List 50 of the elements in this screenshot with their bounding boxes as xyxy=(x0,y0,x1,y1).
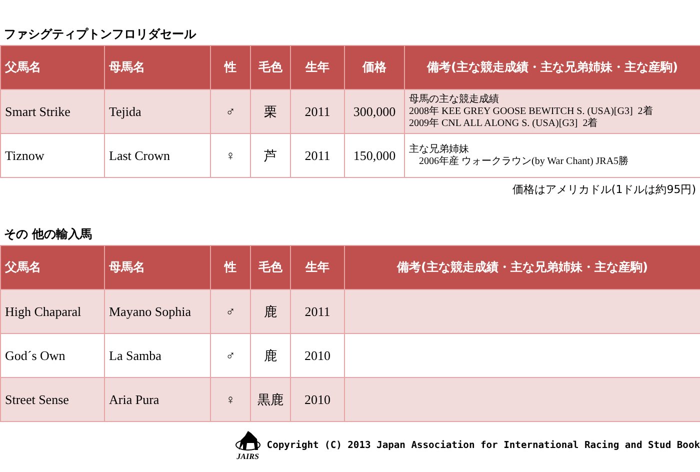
column-header: 毛色 xyxy=(250,246,290,290)
table-cell: La Samba xyxy=(104,334,210,378)
table-cell: High Chaparal xyxy=(0,290,104,334)
table-cell: Mayano Sophia xyxy=(104,290,210,334)
table-cell: ♀ xyxy=(210,378,250,422)
table-cell: Street Sense xyxy=(0,378,104,422)
table-cell: 2010 xyxy=(290,334,344,378)
table-cell: 2010 xyxy=(290,378,344,422)
table-cell: 鹿 xyxy=(250,290,290,334)
remark-text: 母馬の主な競走成績 xyxy=(409,94,500,106)
table-cell: Tejida xyxy=(104,90,210,134)
column-header: 性 xyxy=(210,46,250,90)
remark-text: 主な兄弟姉妹 xyxy=(409,144,470,156)
table-cell: 2011 xyxy=(290,134,344,178)
price-note: 価格はアメリカドル(1ドルは約95円) xyxy=(511,182,697,197)
column-header: 父馬名 xyxy=(0,246,104,290)
table-cell: ♂ xyxy=(210,290,250,334)
table-cell: 300,000 xyxy=(344,90,404,134)
table-cell: 芦 xyxy=(250,134,290,178)
table-cell: Tiznow xyxy=(0,134,104,178)
table-cell: ♂ xyxy=(210,334,250,378)
table-cell: God´s Own xyxy=(0,334,104,378)
remark-text: 2006年産 ウォークラウン(by War Chant) JRA5勝 xyxy=(418,156,630,168)
table-cell: Aria Pura xyxy=(104,378,210,422)
remark-text: 2008年 KEE GREY GOOSE BEWITCH S. (USA)[G3] 2着 xyxy=(409,106,654,118)
section-title: その 他の輸入馬 xyxy=(3,226,94,242)
column-header: 価格 xyxy=(344,46,404,90)
logo-text: JAIRS xyxy=(236,452,259,461)
table-cell: 2011 xyxy=(290,290,344,334)
section-title: ファシグティプトンフロリダセール xyxy=(3,26,198,42)
column-header: 毛色 xyxy=(250,46,290,90)
column-header: 生年 xyxy=(290,246,344,290)
table-cell: 鹿 xyxy=(250,334,290,378)
column-header: 備考(主な競走成績・主な兄弟姉妹・主な産駒) xyxy=(344,246,700,290)
remark-text: 2009年 CNL ALL ALONG S. (USA)[G3] 2着 xyxy=(409,118,599,130)
column-header: 父馬名 xyxy=(0,46,104,90)
column-header: 母馬名 xyxy=(104,246,210,290)
table-cell: ♂ xyxy=(210,90,250,134)
copyright-text: Copyright (C) 2013 Japan Association for International Racing and Stud Book xyxy=(266,440,700,451)
column-header: 生年 xyxy=(290,46,344,90)
table-cell: 2011 xyxy=(290,90,344,134)
table-cell: 栗 xyxy=(250,90,290,134)
table-cell: 黒鹿 xyxy=(250,378,290,422)
column-header: 母馬名 xyxy=(104,46,210,90)
table-cell: 150,000 xyxy=(344,134,404,178)
table-cell: ♀ xyxy=(210,134,250,178)
column-header: 性 xyxy=(210,246,250,290)
table-cell: Last Crown xyxy=(104,134,210,178)
column-header: 備考(主な競走成績・主な兄弟姉妹・主な産駒) xyxy=(404,46,700,90)
table-cell: Smart Strike xyxy=(0,90,104,134)
